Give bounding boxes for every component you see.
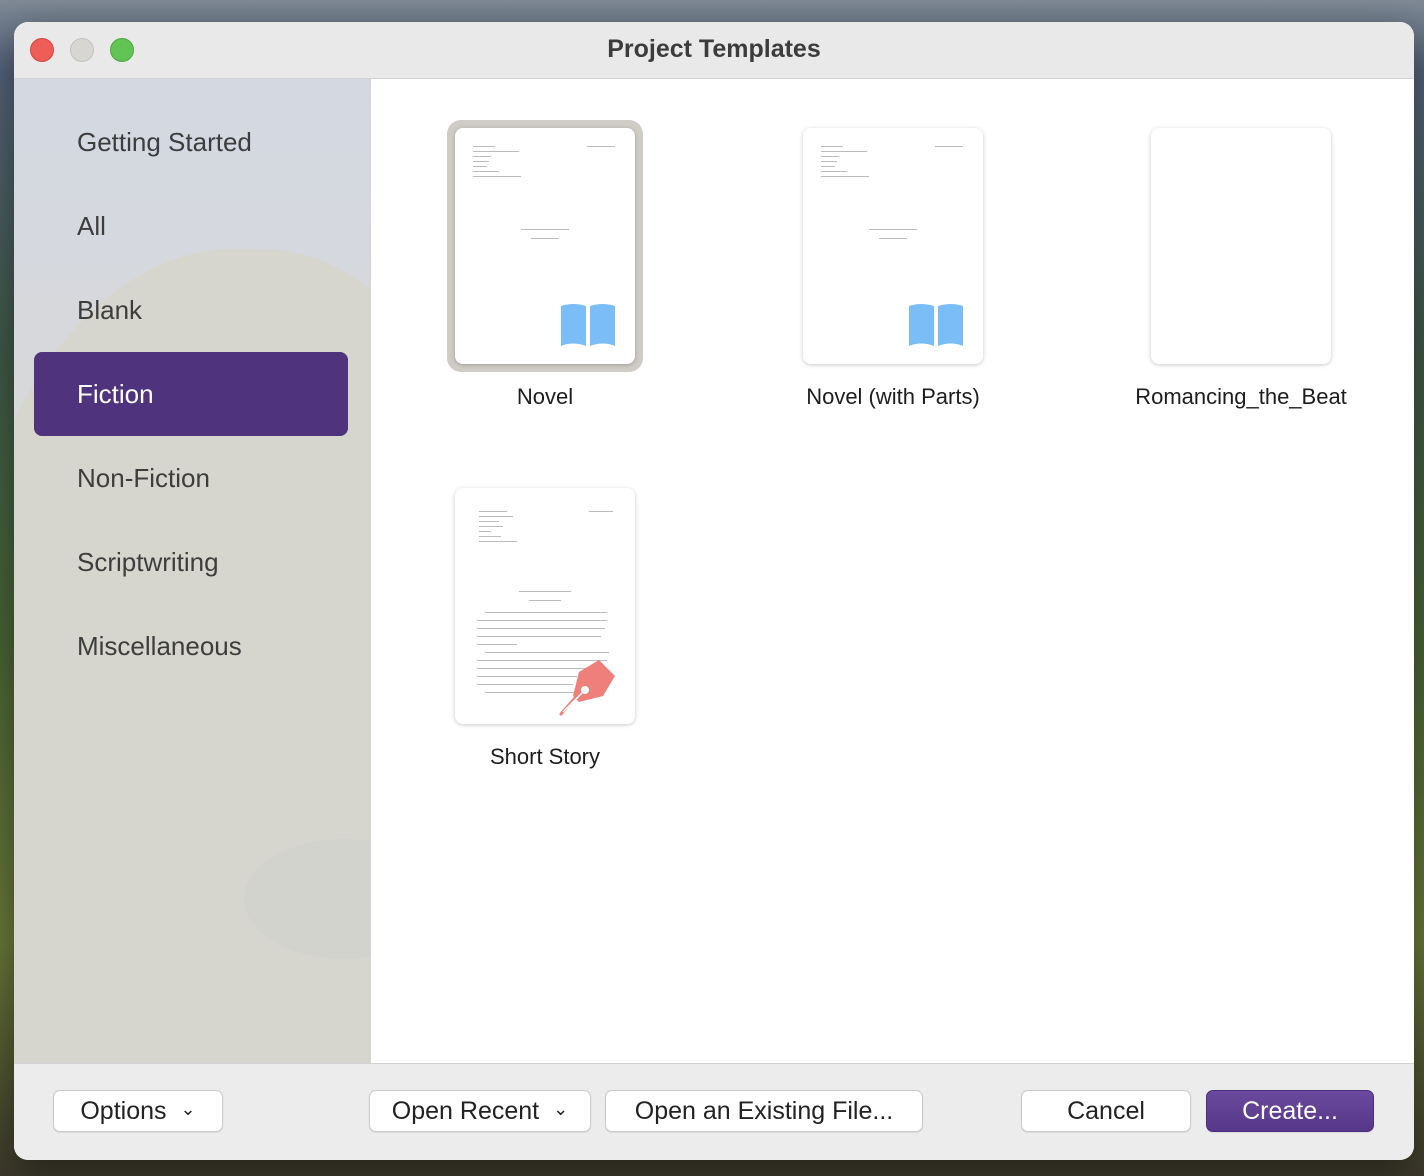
sidebar-item-blank[interactable]: Blank [34,268,348,352]
template-romancing-the-beat[interactable]: Romancing_the_Beat [1091,120,1391,420]
options-button[interactable]: Options ⌄ [53,1090,223,1132]
manuscript-preview [455,488,635,724]
template-label: Short Story [489,744,601,769]
template-label: Novel (with Parts) [806,384,980,409]
chevron-down-icon: ⌄ [553,1099,569,1120]
template-short-story[interactable]: Short Story [395,480,695,780]
template-thumbnail[interactable] [447,480,643,732]
sidebar-item-scriptwriting[interactable]: Scriptwriting [34,520,348,604]
template-label: Romancing_the_Beat [1135,384,1347,409]
dialog-footer: Options ⌄ Open Recent ⌄ Open an Existing F… [14,1063,1414,1160]
chevron-down-icon: ⌄ [180,1099,196,1120]
sidebar-item-fiction[interactable]: Fiction [34,352,348,436]
open-existing-file-button[interactable]: Open an Existing File... [605,1090,923,1132]
template-label: Novel [516,384,574,409]
book-icon [561,304,615,346]
open-recent-button[interactable]: Open Recent ⌄ [369,1090,591,1132]
template-grid: Novel Novel (with Parts) Romancing_the_B… [370,79,1414,1063]
category-sidebar: Getting Started All Blank Fiction Non-Fi… [14,79,370,1063]
window-title: Project Templates [607,35,821,63]
title-bar: Project Templates [14,22,1414,79]
open-recent-label: Open Recent [391,1097,540,1125]
book-icon [909,304,963,346]
manuscript-preview [455,128,635,364]
template-novel-with-parts[interactable]: Novel (with Parts) [743,120,1043,420]
manuscript-preview [803,128,983,364]
project-templates-window: Project Templates Getting Started All Bl… [14,22,1414,1160]
create-button[interactable]: Create... [1206,1090,1374,1132]
template-thumbnail[interactable] [795,120,991,372]
template-thumbnail-selected[interactable] [447,120,643,372]
sidebar-item-getting-started[interactable]: Getting Started [34,100,348,184]
sidebar-item-non-fiction[interactable]: Non-Fiction [34,436,348,520]
pen-nib-icon [559,660,615,716]
sidebar-item-miscellaneous[interactable]: Miscellaneous [34,604,348,688]
options-button-label: Options [80,1097,167,1125]
template-novel[interactable]: Novel [395,120,695,420]
template-thumbnail[interactable] [1143,120,1339,372]
sidebar-item-all[interactable]: All [34,184,348,268]
blank-preview [1151,128,1331,364]
cancel-button[interactable]: Cancel [1021,1090,1191,1132]
